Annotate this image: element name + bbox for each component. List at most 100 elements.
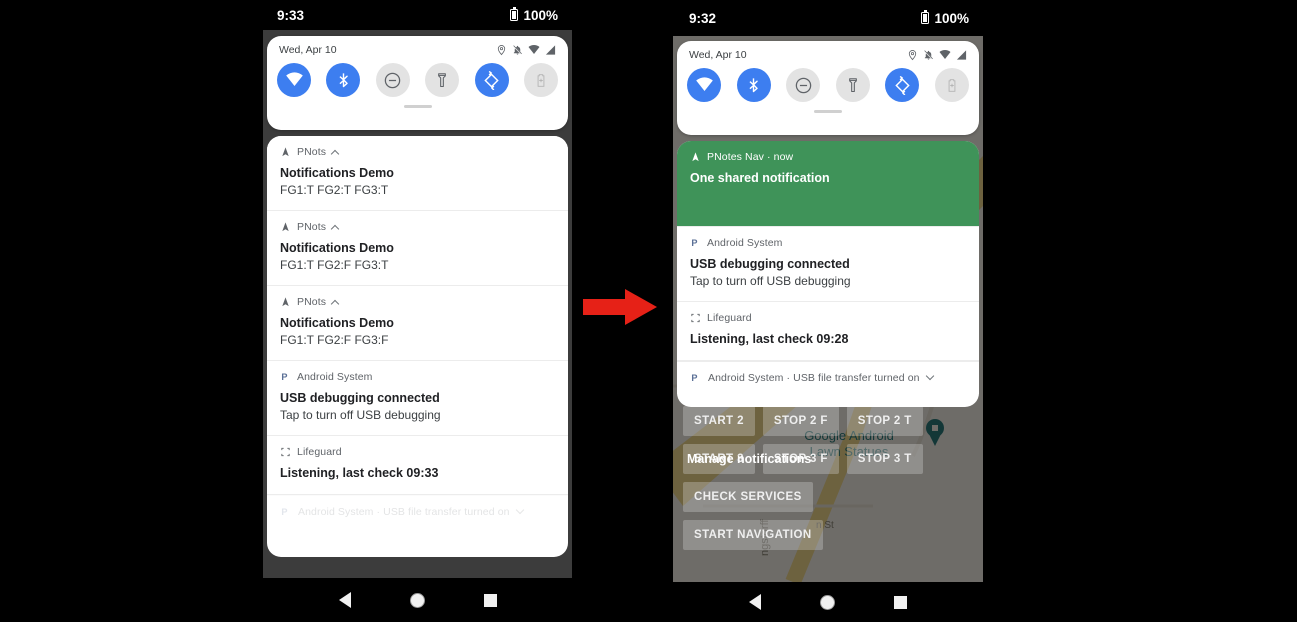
chevron-down-icon[interactable] xyxy=(925,371,934,381)
bluetooth-icon xyxy=(749,77,758,92)
notifications-muted-icon xyxy=(923,50,934,60)
chevron-up-icon[interactable] xyxy=(330,299,340,309)
battery-saver-tile[interactable] xyxy=(934,68,969,102)
left-qs-header: Wed, Apr 10 xyxy=(267,36,568,56)
notification-header: P Android System xyxy=(280,371,555,383)
left-notification-stack: PNots Notifications Demo FG1:T FG2:T FG3… xyxy=(267,136,568,557)
chevron-up-icon[interactable] xyxy=(330,224,340,234)
navigation-arrow-icon xyxy=(282,297,289,307)
battery-saver-tile[interactable] xyxy=(523,63,558,97)
recents-square-icon[interactable] xyxy=(894,595,908,609)
phone-left: 9:33 100% Wed, Apr 10 PNots Notification… xyxy=(263,0,572,622)
notification-title: Listening, last check 09:33 xyxy=(280,466,439,481)
left-nav-bar xyxy=(263,578,572,622)
notification-title: USB debugging connected xyxy=(280,391,440,406)
start-navigation-button[interactable]: START NAVIGATION xyxy=(683,520,823,550)
stop-2-t-button[interactable]: STOP 2 T xyxy=(846,406,923,436)
right-status-right: 100% xyxy=(921,10,969,26)
notification-app-name: Android System xyxy=(297,371,373,384)
flashlight-tile[interactable] xyxy=(425,63,460,97)
right-status-bar: 9:32 100% xyxy=(673,0,983,36)
phone-right: Landings Dr Charleston n St ngstorff Goo… xyxy=(673,0,983,622)
left-status-time: 9:33 xyxy=(277,7,305,23)
chevron-down-icon[interactable] xyxy=(515,505,524,515)
notification-app-name: PNotes Nav · now xyxy=(707,151,794,163)
bluetooth-tile[interactable] xyxy=(736,68,771,102)
notification-item[interactable]: Lifeguard Listening, last check 09:28 xyxy=(677,302,979,361)
notification-item[interactable]: PNots Notifications Demo FG1:T FG2:F FG3… xyxy=(267,286,568,362)
auto-rotate-tile[interactable] xyxy=(474,63,509,97)
notification-app-name: PNots xyxy=(297,221,327,234)
notification-title: One shared notification xyxy=(690,171,830,185)
right-quick-settings-panel[interactable]: Wed, Apr 10 xyxy=(677,41,979,135)
left-status-bar: 9:33 100% xyxy=(263,0,572,30)
flashlight-icon xyxy=(438,72,447,87)
android-p-icon: P xyxy=(281,507,287,517)
right-qs-status-icons xyxy=(907,49,967,61)
do-not-disturb-tile[interactable] xyxy=(375,63,410,97)
android-p-icon: P xyxy=(691,373,697,383)
notification-title: USB debugging connected xyxy=(690,257,850,271)
bluetooth-tile[interactable] xyxy=(326,63,361,97)
notification-title: Notifications Demo xyxy=(280,166,394,180)
recents-square-icon[interactable] xyxy=(483,593,497,607)
location-pin-icon xyxy=(497,45,506,56)
notification-title: Listening, last check 09:28 xyxy=(690,332,849,347)
wifi-icon xyxy=(528,44,540,54)
home-circle-icon[interactable] xyxy=(819,594,835,610)
left-quick-settings-panel[interactable]: Wed, Apr 10 xyxy=(267,36,568,130)
battery-saver-icon xyxy=(948,78,956,92)
notification-item[interactable]: PNots Notifications Demo FG1:T FG2:F FG3… xyxy=(267,211,568,287)
svg-text:P: P xyxy=(281,372,287,382)
notification-header: Lifeguard xyxy=(690,312,966,324)
svg-text:P: P xyxy=(691,238,697,248)
shade-drag-handle[interactable] xyxy=(403,105,432,108)
notification-item[interactable]: Lifeguard Listening, last check 09:33 xyxy=(267,436,568,496)
notification-item[interactable]: PNotes Nav · now One shared notification xyxy=(677,141,979,227)
check-services-button[interactable]: CHECK SERVICES xyxy=(683,482,813,512)
android-p-icon: P xyxy=(281,372,287,382)
manage-notifications-label[interactable]: Manage notifications xyxy=(687,452,811,466)
auto-rotate-tile[interactable] xyxy=(885,68,920,102)
battery-full-icon xyxy=(510,7,519,21)
notification-item[interactable]: P Android System USB debugging connected… xyxy=(267,361,568,437)
android-p-icon: P xyxy=(691,238,697,248)
chevron-up-icon[interactable] xyxy=(330,149,340,159)
do-not-disturb-tile[interactable] xyxy=(786,68,821,102)
signal-bars-icon xyxy=(545,45,556,55)
battery-saver-icon xyxy=(537,73,545,87)
notification-header: PNots xyxy=(280,221,555,234)
flashlight-icon xyxy=(848,77,857,92)
wifi-icon xyxy=(939,49,951,59)
app-button-row: START 2 STOP 2 F STOP 2 T xyxy=(683,406,923,436)
svg-text:P: P xyxy=(691,373,697,383)
wifi-tile[interactable] xyxy=(687,68,721,102)
left-qs-status-icons xyxy=(496,44,556,56)
notification-title: Notifications Demo xyxy=(280,316,394,331)
right-qs-header: Wed, Apr 10 xyxy=(677,41,979,61)
do-not-disturb-icon xyxy=(385,72,401,88)
right-status-battery: 100% xyxy=(934,10,969,26)
flashlight-tile[interactable] xyxy=(835,68,870,102)
do-not-disturb-icon xyxy=(795,77,811,93)
stop-3-t-button[interactable]: STOP 3 T xyxy=(846,444,923,474)
shade-drag-handle[interactable] xyxy=(814,110,842,113)
back-triangle-icon[interactable] xyxy=(338,592,351,608)
notification-summary-row[interactable]: P Android System · USB file transfer tur… xyxy=(677,360,979,394)
notification-item[interactable]: P Android System USB debugging connected… xyxy=(677,227,979,303)
back-triangle-icon[interactable] xyxy=(748,594,761,610)
app-button-grid: START 2 STOP 2 F STOP 2 T START 3 STOP 3… xyxy=(683,406,923,550)
wifi-icon xyxy=(285,71,303,86)
bluetooth-icon xyxy=(339,72,348,87)
notification-app-name: Lifeguard xyxy=(297,446,342,459)
navigation-arrow-icon xyxy=(282,222,289,232)
notification-title: Notifications Demo xyxy=(280,241,394,256)
home-circle-icon[interactable] xyxy=(409,592,425,608)
start-2-button[interactable]: START 2 xyxy=(683,406,755,436)
notification-app-name: PNots xyxy=(297,296,327,309)
notification-summary-row[interactable]: P Android System · USB file transfer tur… xyxy=(267,495,568,529)
app-button-row: START NAVIGATION xyxy=(683,520,923,550)
wifi-tile[interactable] xyxy=(277,63,311,97)
notification-item[interactable]: PNots Notifications Demo FG1:T FG2:T FG3… xyxy=(267,136,568,212)
stop-2-f-button[interactable]: STOP 2 F xyxy=(762,406,839,436)
